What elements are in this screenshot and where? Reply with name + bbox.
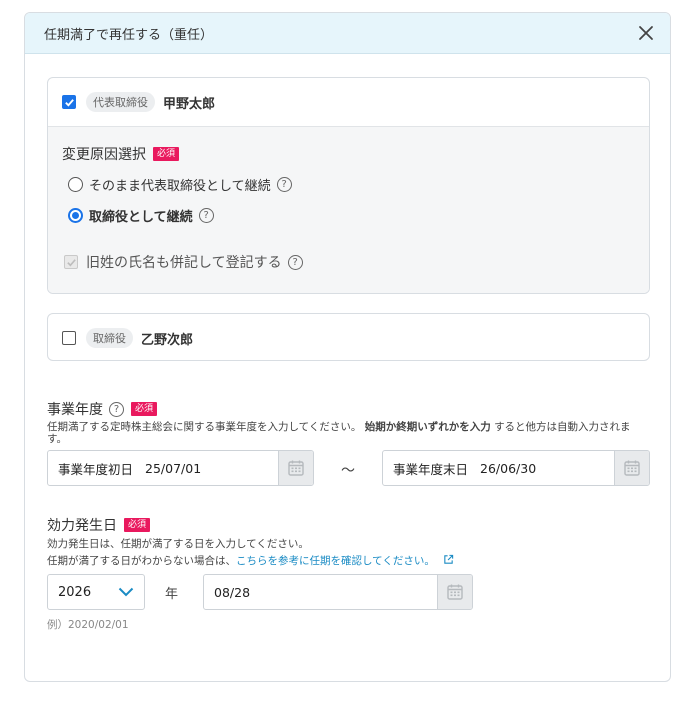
close-button[interactable]: [636, 23, 656, 43]
fiscal-end-value: 26/06/30: [480, 460, 537, 476]
fiscal-start-label: 事業年度初日: [58, 461, 134, 477]
calendar-icon: [288, 460, 304, 476]
desc-line: 効力発生日は、任期が満了する日を入力してください。: [47, 538, 309, 550]
radio-label: そのまま代表取締役として継続: [89, 179, 271, 194]
calendar-icon: [447, 584, 463, 600]
chevron-down-icon: [118, 587, 134, 597]
term-check-link[interactable]: こちらを参考に任期を確認してください。: [236, 555, 435, 567]
fiscal-year-section: 事業年度 ? 必須 任期満了する定時株主総会に関する事業年度を入力してください。…: [47, 399, 650, 445]
radio-label: 取締役として継続: [89, 210, 193, 225]
effective-date-field[interactable]: 08/28: [203, 574, 473, 610]
check-icon: [64, 98, 74, 107]
range-separator: ～: [341, 463, 355, 479]
officer-name: 甲野太郎: [163, 96, 216, 112]
calendar-icon: [624, 460, 640, 476]
help-icon[interactable]: ?: [276, 177, 292, 192]
radio-button-selected[interactable]: [68, 208, 83, 223]
effective-date-description: 効力発生日は、任期が満了する日を入力してください。 任期が満了する日がわからない…: [47, 538, 650, 567]
calendar-button[interactable]: [614, 451, 649, 485]
role-badge: 取締役: [86, 328, 133, 348]
renewal-modal: 任期満了で再任する（重任） 代表取締役 甲野太郎 変更原因選択 必須 そのまま代…: [24, 12, 671, 682]
officer-checkbox[interactable]: [62, 95, 76, 109]
required-badge: 必須: [124, 518, 151, 532]
role-badge: 代表取締役: [86, 92, 155, 112]
example-hint: 例）2020/02/01: [47, 619, 129, 631]
calendar-button[interactable]: [278, 451, 313, 485]
check-icon: [66, 258, 76, 266]
change-reason-panel: 変更原因選択 必須 そのまま代表取締役として継続 ? 取締役として継続 ? 旧姓…: [48, 126, 649, 293]
change-reason-label-row: 変更原因選択 必須: [62, 144, 635, 164]
fiscal-year-description: 任期満了する定時株主総会に関する事業年度を入力してください。 始期か終期いずれか…: [47, 421, 650, 445]
effective-date-value: 08/28: [214, 584, 251, 600]
required-badge: 必須: [131, 402, 158, 416]
required-badge: 必須: [153, 147, 180, 161]
modal-title: 任期満了で再任する（重任）: [44, 27, 214, 43]
help-icon[interactable]: ?: [109, 401, 124, 417]
desc-text: 任期満了する定時株主総会に関する事業年度を入力してください。: [47, 421, 362, 433]
year-suffix-label: 年: [165, 587, 179, 602]
radio-option-director[interactable]: 取締役として継続 ?: [68, 206, 635, 225]
year-select[interactable]: 2026: [47, 574, 145, 610]
fiscal-year-title: 事業年度: [47, 402, 103, 418]
old-name-checkbox: [64, 255, 78, 269]
radio-option-representative[interactable]: そのまま代表取締役として継続 ?: [68, 175, 635, 194]
external-link-icon[interactable]: [443, 554, 454, 565]
effective-date-title: 効力発生日: [47, 518, 117, 534]
old-name-label: 旧姓の氏名も併記して登記する: [86, 255, 282, 271]
radio-button[interactable]: [68, 177, 83, 192]
officer-card: 取締役 乙野次郎: [47, 313, 650, 361]
modal-header: 任期満了で再任する（重任）: [25, 13, 670, 54]
officer-checkbox[interactable]: [62, 331, 76, 345]
calendar-button[interactable]: [437, 575, 472, 609]
old-name-option: 旧姓の氏名も併記して登記する ?: [64, 252, 303, 272]
effective-date-section: 効力発生日 必須 効力発生日は、任期が満了する日を入力してください。 任期が満了…: [47, 515, 650, 567]
close-icon: [639, 26, 653, 40]
help-icon[interactable]: ?: [198, 208, 214, 223]
fiscal-year-title-row: 事業年度 ? 必須: [47, 399, 650, 419]
fiscal-start-value: 25/07/01: [145, 460, 202, 476]
officer-card-header: 代表取締役 甲野太郎: [48, 78, 649, 126]
fiscal-end-label: 事業年度末日: [393, 461, 469, 477]
officer-name: 乙野次郎: [141, 332, 194, 348]
effective-date-title-row: 効力発生日 必須: [47, 515, 650, 535]
fiscal-end-field[interactable]: 事業年度末日 26/06/30: [382, 450, 650, 486]
desc-bold-text: 始期か終期いずれかを入力: [364, 421, 491, 433]
officer-card-header: 取締役 乙野次郎: [48, 314, 649, 362]
desc-line-with-link: 任期が満了する日がわからない場合は、こちらを参考に任期を確認してください。: [47, 554, 650, 567]
fiscal-start-field[interactable]: 事業年度初日 25/07/01: [47, 450, 314, 486]
desc-text: 任期が満了する日がわからない場合は、: [47, 555, 236, 567]
change-reason-label: 変更原因選択: [62, 147, 146, 163]
help-icon[interactable]: ?: [287, 254, 303, 270]
year-select-value: 2026: [58, 584, 92, 600]
officer-card: 代表取締役 甲野太郎 変更原因選択 必須 そのまま代表取締役として継続 ? 取締…: [47, 77, 650, 294]
